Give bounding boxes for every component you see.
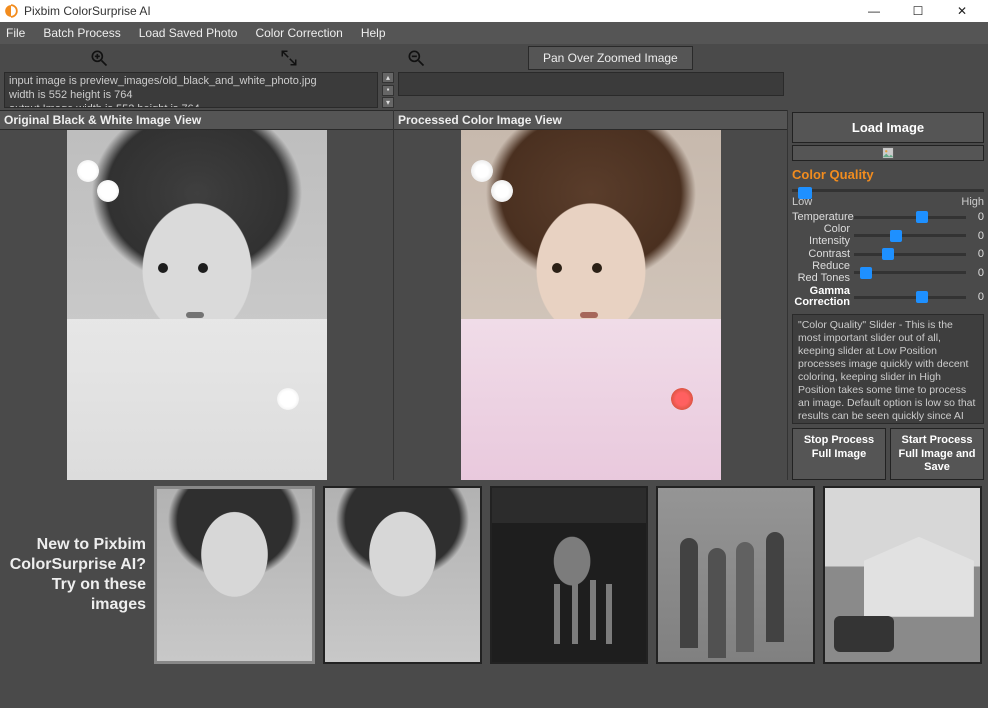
slider-value: 0 [970, 291, 984, 303]
slider-value: 0 [970, 248, 984, 260]
original-view[interactable] [0, 130, 393, 480]
toolbar: Pan Over Zoomed Image [0, 44, 988, 72]
zoom-in-left-icon[interactable] [87, 47, 111, 69]
slider-label: Contrast [792, 249, 850, 261]
stop-process-button[interactable]: Stop Process Full Image [792, 428, 886, 480]
start-process-button[interactable]: Start Process Full Image and Save [890, 428, 984, 480]
expand-icon[interactable] [277, 47, 301, 69]
quality-range-labels: Low High [792, 196, 984, 208]
slider-row: Gamma Correction 0 [792, 286, 984, 309]
main-area: Original Black & White Image View Proces… [0, 110, 988, 480]
slider-row: Temperature 0 [792, 211, 984, 223]
original-image [67, 130, 327, 480]
slider-value: 0 [970, 230, 984, 242]
left-tools [4, 47, 384, 69]
high-label: High [961, 196, 984, 208]
scroll-mid-button[interactable]: ▪ [382, 85, 394, 96]
slider-row: Reduce Red Tones 0 [792, 261, 984, 284]
menu-load-saved-photo[interactable]: Load Saved Photo [139, 26, 238, 40]
status-textbox [398, 72, 784, 96]
intro-text: New to Pixbim ColorSurprise AI?Try on th… [6, 535, 146, 615]
sample-strip: New to Pixbim ColorSurprise AI?Try on th… [0, 480, 988, 670]
original-header: Original Black & White Image View [0, 110, 393, 130]
info-line: input image is preview_images/old_black_… [9, 75, 373, 89]
maximize-button[interactable]: ☐ [896, 0, 940, 22]
slider-track[interactable] [854, 267, 966, 279]
zoom-out-right-icon[interactable] [404, 47, 428, 69]
pan-button[interactable]: Pan Over Zoomed Image [528, 46, 693, 70]
color-quality-slider[interactable] [792, 186, 984, 194]
sample-image-2[interactable] [323, 486, 482, 664]
processed-pane: Processed Color Image View [394, 110, 788, 480]
info-line: output Image width is 552 height is 764 [9, 103, 373, 109]
slider-row: Color Intensity 0 [792, 224, 984, 247]
menu-help[interactable]: Help [361, 26, 386, 40]
menu-file[interactable]: File [6, 26, 25, 40]
app-logo-icon [4, 4, 18, 18]
original-pane: Original Black & White Image View [0, 110, 394, 480]
slider-track[interactable] [854, 211, 966, 223]
info-line: width is 552 height is 764 [9, 89, 373, 103]
info-textbox: input image is preview_images/old_black_… [4, 72, 378, 108]
slider-label: Reduce Red Tones [792, 261, 850, 284]
side-panel: Load Image Color Quality Low High Temper… [788, 110, 988, 480]
minimize-button[interactable]: — [852, 0, 896, 22]
slider-track[interactable] [854, 230, 966, 242]
info-scrollbar: ▴ ▪ ▾ [382, 72, 394, 108]
menubar: File Batch Process Load Saved Photo Colo… [0, 22, 988, 44]
picture-icon [881, 146, 895, 160]
slider-label: Temperature [792, 212, 850, 224]
slider-value: 0 [970, 211, 984, 223]
slider-label: Color Intensity [792, 224, 850, 247]
sample-image-3[interactable] [490, 486, 649, 664]
slider-label: Gamma Correction [792, 286, 850, 309]
load-image-button[interactable]: Load Image [792, 112, 984, 143]
menu-batch-process[interactable]: Batch Process [43, 26, 120, 40]
menu-color-correction[interactable]: Color Correction [255, 26, 342, 40]
app-title: Pixbim ColorSurprise AI [24, 4, 852, 18]
titlebar: Pixbim ColorSurprise AI — ☐ ✕ [0, 0, 988, 22]
slider-row: Contrast 0 [792, 248, 984, 260]
sample-image-4[interactable] [656, 486, 815, 664]
slider-track[interactable] [854, 248, 966, 260]
process-buttons: Stop Process Full Image Start Process Fu… [792, 428, 984, 480]
tool-icon-strip[interactable] [792, 145, 984, 161]
slider-track[interactable] [854, 291, 966, 303]
scroll-down-button[interactable]: ▾ [382, 97, 394, 108]
help-text: "Color Quality" Slider - This is the mos… [792, 314, 984, 425]
color-quality-title: Color Quality [792, 167, 984, 182]
window-controls: — ☐ ✕ [852, 0, 984, 22]
processed-header: Processed Color Image View [394, 110, 787, 130]
sample-image-5[interactable] [823, 486, 982, 664]
processed-view[interactable] [394, 130, 787, 480]
scroll-up-button[interactable]: ▴ [382, 72, 394, 83]
info-row: input image is preview_images/old_black_… [0, 72, 988, 110]
right-tools: Pan Over Zoomed Image [384, 46, 984, 70]
sample-image-1[interactable] [154, 486, 315, 664]
close-button[interactable]: ✕ [940, 0, 984, 22]
slider-value: 0 [970, 267, 984, 279]
viewer-columns: Original Black & White Image View Proces… [0, 110, 788, 480]
processed-image [461, 130, 721, 480]
